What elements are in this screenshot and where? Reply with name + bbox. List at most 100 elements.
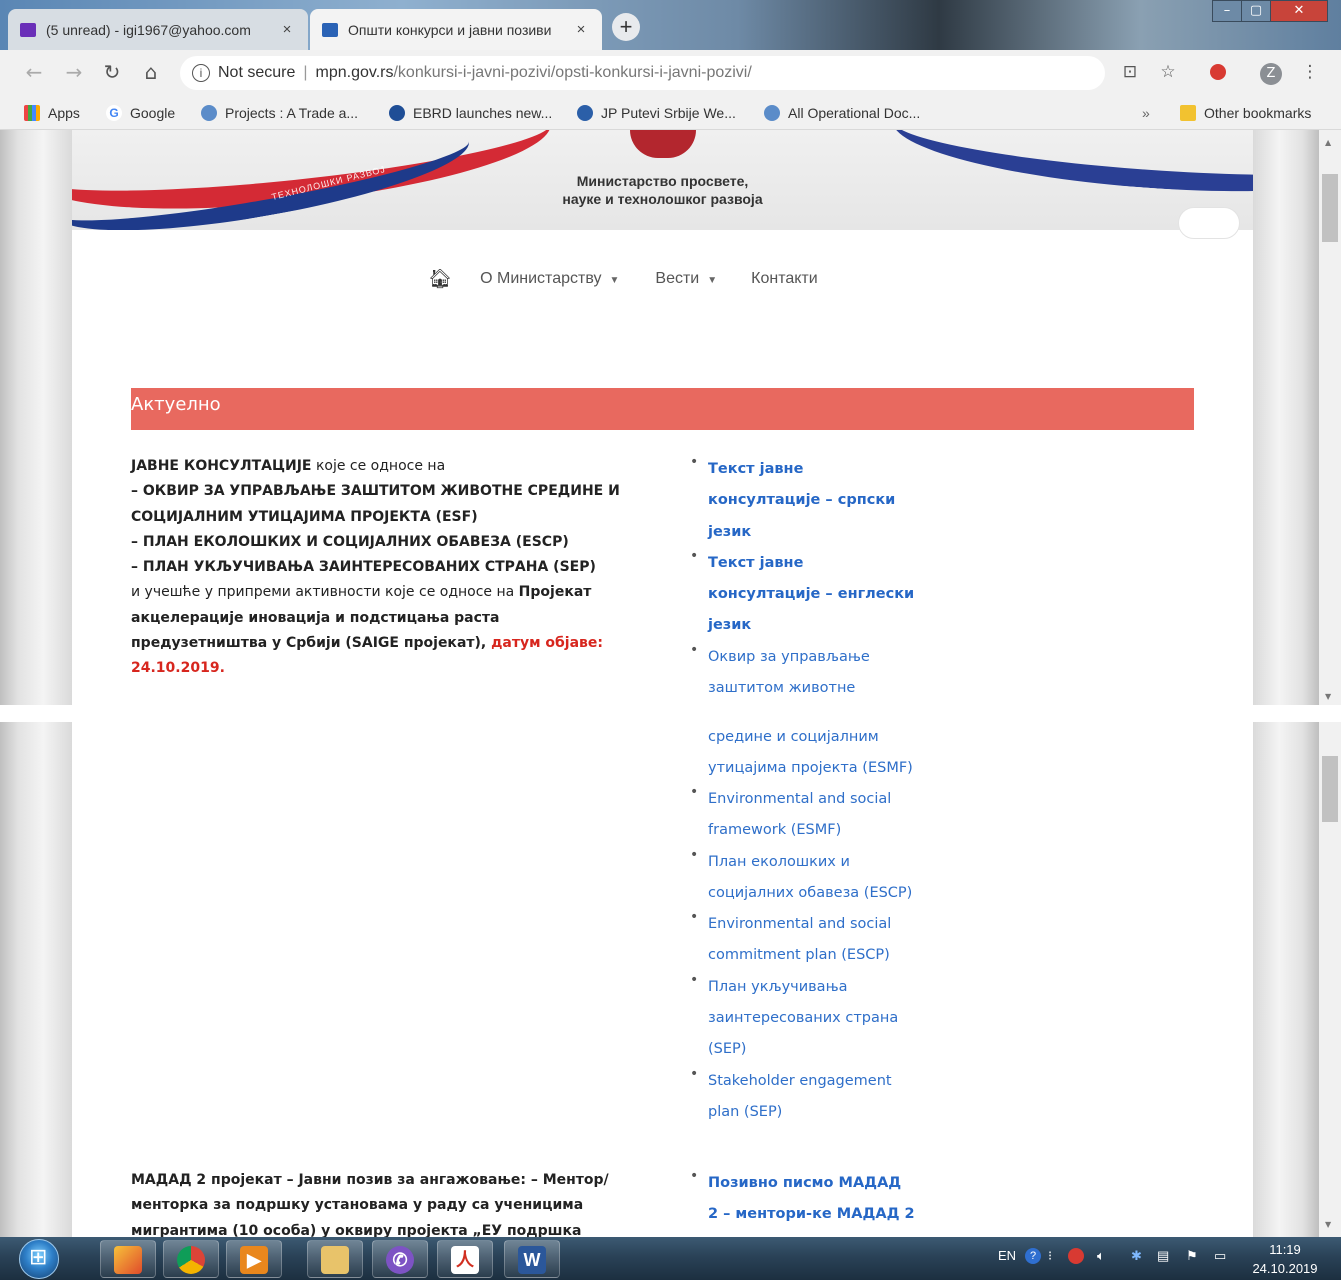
taskbar-file-explorer[interactable] (307, 1240, 363, 1278)
ministry-name-line1: Министарство просвете, (576, 173, 749, 189)
info-icon[interactable]: i (192, 64, 210, 82)
ebrd-icon (389, 105, 405, 121)
link-consultation-serbian[interactable]: Текст јавне консултације – српски језик (690, 454, 950, 548)
link-escp-english[interactable]: Environmental and social commitment plan… (690, 909, 950, 972)
start-button[interactable] (19, 1239, 59, 1279)
taskbar-media-player[interactable]: ▶ (226, 1240, 282, 1278)
word-icon: W (518, 1246, 546, 1274)
link-madad-invitation[interactable]: Позивно писмо МАДАД 2 – ментори-ке МАДАД… (690, 1168, 950, 1231)
page-side-left (0, 722, 72, 1237)
tab-title: Општи конкурси и јавни позиви (348, 21, 552, 38)
address-host: mpn.gov.rs (315, 64, 394, 81)
file-explorer-icon (321, 1246, 349, 1274)
link-esmf-serbian-cont[interactable]: средине и социјалним утицајима пројекта … (708, 722, 948, 785)
action-center-flag-icon[interactable]: ⚑ (1186, 1248, 1198, 1264)
clock-date: 24.10.2019 (1252, 1261, 1318, 1276)
link-esmf-serbian[interactable]: Оквир за управљање заштитом животне (690, 642, 950, 705)
bookmark-ebrd[interactable]: EBRD launches new... (389, 101, 552, 125)
taskbar-clock[interactable]: 11:19 24.10.2019 (1246, 1240, 1324, 1278)
back-icon[interactable]: ← (20, 58, 48, 86)
link-sep-serbian[interactable]: План укључивања заинтересованих страна (… (690, 972, 950, 1066)
tab-close-icon[interactable]: × (278, 21, 296, 38)
help-icon[interactable]: ? (1025, 1248, 1041, 1264)
scrollbar-thumb[interactable] (1322, 756, 1338, 822)
taskbar-chrome[interactable] (163, 1240, 219, 1278)
minimize-button[interactable]: – (1212, 0, 1242, 22)
bookmark-operational-docs[interactable]: All Operational Doc... (764, 101, 920, 125)
chevron-down-icon: ▼ (707, 275, 718, 286)
bluetooth-icon[interactable]: ✱ (1131, 1248, 1142, 1264)
menu-dots-icon[interactable]: ⋮ (1298, 60, 1322, 84)
nav-item-about[interactable]: О Министарству ▼ (480, 270, 619, 288)
site-favicon-icon (322, 22, 338, 37)
bookmark-label: JP Putevi Srbije We... (601, 105, 736, 121)
ministry-name-line2: науке и технолошког развоја (562, 191, 763, 207)
putevi-icon (577, 105, 593, 121)
bookmark-label: Other bookmarks (1204, 105, 1312, 121)
bookmark-putevi[interactable]: JP Putevi Srbije We... (577, 101, 736, 125)
acrobat-icon: 人 (451, 1246, 479, 1274)
mail-icon (20, 22, 36, 37)
home-icon[interactable]: ⌂ (137, 58, 165, 86)
nav-item-contacts[interactable]: Контакти (751, 270, 818, 288)
taskbar-explorer[interactable] (100, 1240, 156, 1278)
section-header: Актуелно (131, 388, 1194, 430)
new-tab-button[interactable]: + (612, 13, 640, 41)
adblock-tray-icon[interactable] (1068, 1248, 1084, 1264)
notification-icon[interactable]: ▭ (1214, 1248, 1226, 1264)
address-bar[interactable]: i Not secure | mpn.gov.rs/konkursi-i-jav… (180, 56, 1105, 90)
scrollbar-bottom[interactable]: ▼ (1319, 722, 1341, 1237)
media-player-icon: ▶ (240, 1246, 268, 1274)
adblock-icon[interactable] (1206, 60, 1230, 84)
volume-icon[interactable]: 🔈︎ (1097, 1248, 1105, 1264)
scroll-down-icon[interactable]: ▼ (1325, 692, 1331, 701)
screenshot-seam (0, 705, 1341, 722)
globe-icon (764, 105, 780, 121)
bookmarks-overflow-button[interactable]: » (1142, 101, 1150, 125)
close-window-button[interactable]: ✕ (1270, 0, 1328, 22)
address-separator: | (303, 64, 308, 81)
ministry-name[interactable]: Министарство просвете, науке и технолошк… (500, 172, 825, 208)
home-icon[interactable]: 🏠︎ (428, 267, 452, 291)
taskbar-word[interactable]: W (504, 1240, 560, 1278)
bookmark-google[interactable]: G Google (106, 101, 175, 125)
tab-close-icon[interactable]: × (572, 21, 590, 38)
madad-links: Позивно писмо МАДАД 2 – ментори-ке МАДАД… (690, 1168, 950, 1231)
page-container (72, 722, 1253, 1237)
profile-avatar[interactable]: Z (1259, 60, 1283, 85)
tab-yahoo-mail[interactable]: (5 unread) - igi1967@yahoo.com × (8, 9, 308, 50)
tray-expand-icon[interactable]: ⁝ (1048, 1248, 1052, 1264)
link-consultation-english[interactable]: Текст јавне консултације – енглески јези… (690, 548, 950, 642)
bookmark-projects[interactable]: Projects : A Trade a... (201, 101, 358, 125)
other-bookmarks[interactable]: Other bookmarks (1180, 101, 1311, 125)
tab-mpn-active[interactable]: Општи конкурси и јавни позиви × (310, 9, 602, 50)
chevron-down-icon: ▼ (609, 275, 620, 286)
link-escp-serbian[interactable]: План еколошких и социјалних обавеза (ESC… (690, 847, 950, 910)
page-side-right (1253, 722, 1319, 1237)
bookmark-label: Apps (48, 105, 80, 121)
bookmark-star-icon[interactable]: ☆ (1156, 60, 1180, 84)
link-sep-english[interactable]: Stakeholder engagement plan (SEP) (690, 1066, 950, 1129)
google-icon: G (106, 105, 122, 121)
bookmark-label: All Operational Doc... (788, 105, 921, 121)
language-indicator[interactable]: EN (998, 1248, 1016, 1263)
forward-icon[interactable]: → (60, 58, 88, 86)
globe-icon (201, 105, 217, 121)
taskbar-viber[interactable]: ✆ (372, 1240, 428, 1278)
page-side-right (1253, 130, 1319, 705)
reload-icon[interactable]: ↻ (98, 58, 126, 86)
scroll-up-icon[interactable]: ▲ (1325, 138, 1331, 147)
taskbar-acrobat[interactable]: 人 (437, 1240, 493, 1278)
document-links: Environmental and social framework (ESMF… (690, 784, 950, 1128)
translate-icon[interactable]: ⊡ (1118, 60, 1142, 84)
link-esmf-english[interactable]: Environmental and social framework (ESMF… (690, 784, 950, 847)
scrollbar-top[interactable]: ▲ ▼ (1319, 130, 1341, 705)
apps-grid-icon (24, 105, 40, 121)
maximize-button[interactable]: ▢ (1241, 0, 1271, 22)
scrollbar-thumb[interactable] (1322, 174, 1338, 242)
network-icon[interactable]: ▤ (1157, 1248, 1169, 1264)
nav-item-news[interactable]: Вести ▼ (655, 270, 717, 288)
scroll-down-icon[interactable]: ▼ (1325, 1220, 1331, 1229)
search-toggle[interactable] (1178, 207, 1240, 239)
bookmark-apps[interactable]: Apps (24, 101, 80, 125)
